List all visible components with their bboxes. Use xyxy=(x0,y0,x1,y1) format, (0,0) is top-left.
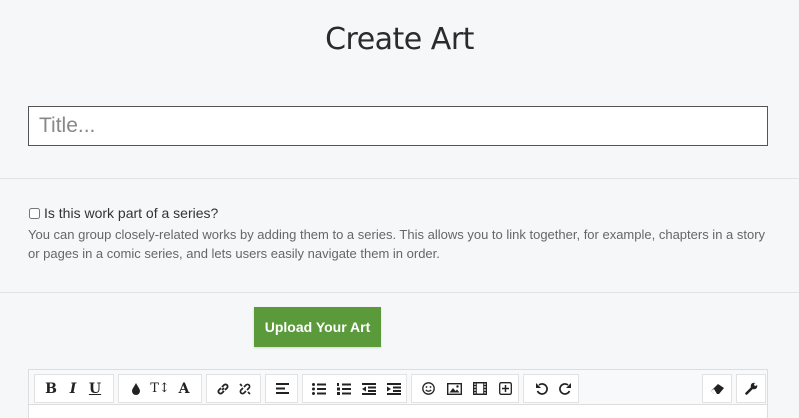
series-checkbox[interactable] xyxy=(29,207,40,219)
outdent-icon[interactable] xyxy=(357,375,382,402)
redo-icon[interactable] xyxy=(553,375,577,402)
series-description: You can group closely-related works by a… xyxy=(28,227,766,261)
numbered-list-icon[interactable] xyxy=(332,375,357,402)
italic-button[interactable]: I xyxy=(62,375,84,402)
underline-button[interactable]: U xyxy=(84,375,106,402)
insert-more-icon[interactable] xyxy=(493,375,519,402)
emoji-icon[interactable] xyxy=(416,375,442,402)
wrench-icon[interactable] xyxy=(740,375,762,402)
link-group xyxy=(206,374,261,403)
align-group xyxy=(265,374,298,403)
indent-icon[interactable] xyxy=(381,375,406,402)
font-group: T↕ A xyxy=(118,374,202,403)
video-icon[interactable] xyxy=(467,375,493,402)
settings-group xyxy=(736,374,766,403)
bold-button[interactable]: B xyxy=(40,375,62,402)
link-icon[interactable] xyxy=(212,375,234,402)
page-title: Create Art xyxy=(325,22,474,57)
undo-icon[interactable] xyxy=(529,375,553,402)
bullet-list-icon[interactable] xyxy=(307,375,332,402)
text-color-icon[interactable] xyxy=(125,375,147,402)
title-input[interactable] xyxy=(28,106,768,146)
editor-body[interactable] xyxy=(28,404,768,418)
series-label[interactable]: Is this work part of a series? xyxy=(44,205,218,221)
eraser-icon[interactable] xyxy=(706,375,728,402)
unlink-icon[interactable] xyxy=(234,375,256,402)
font-family-icon[interactable]: A xyxy=(173,375,195,402)
align-icon[interactable] xyxy=(271,375,293,402)
clear-format-group xyxy=(702,374,732,403)
font-size-icon[interactable]: T↕ xyxy=(147,375,173,402)
list-group xyxy=(302,374,407,403)
format-group: B I U xyxy=(34,374,114,403)
divider xyxy=(0,178,799,179)
upload-art-button[interactable]: Upload Your Art xyxy=(254,307,381,347)
image-icon[interactable] xyxy=(442,375,468,402)
insert-group xyxy=(411,374,519,403)
series-option: Is this work part of a series? xyxy=(28,205,218,221)
divider xyxy=(0,292,799,293)
history-group xyxy=(523,374,579,403)
